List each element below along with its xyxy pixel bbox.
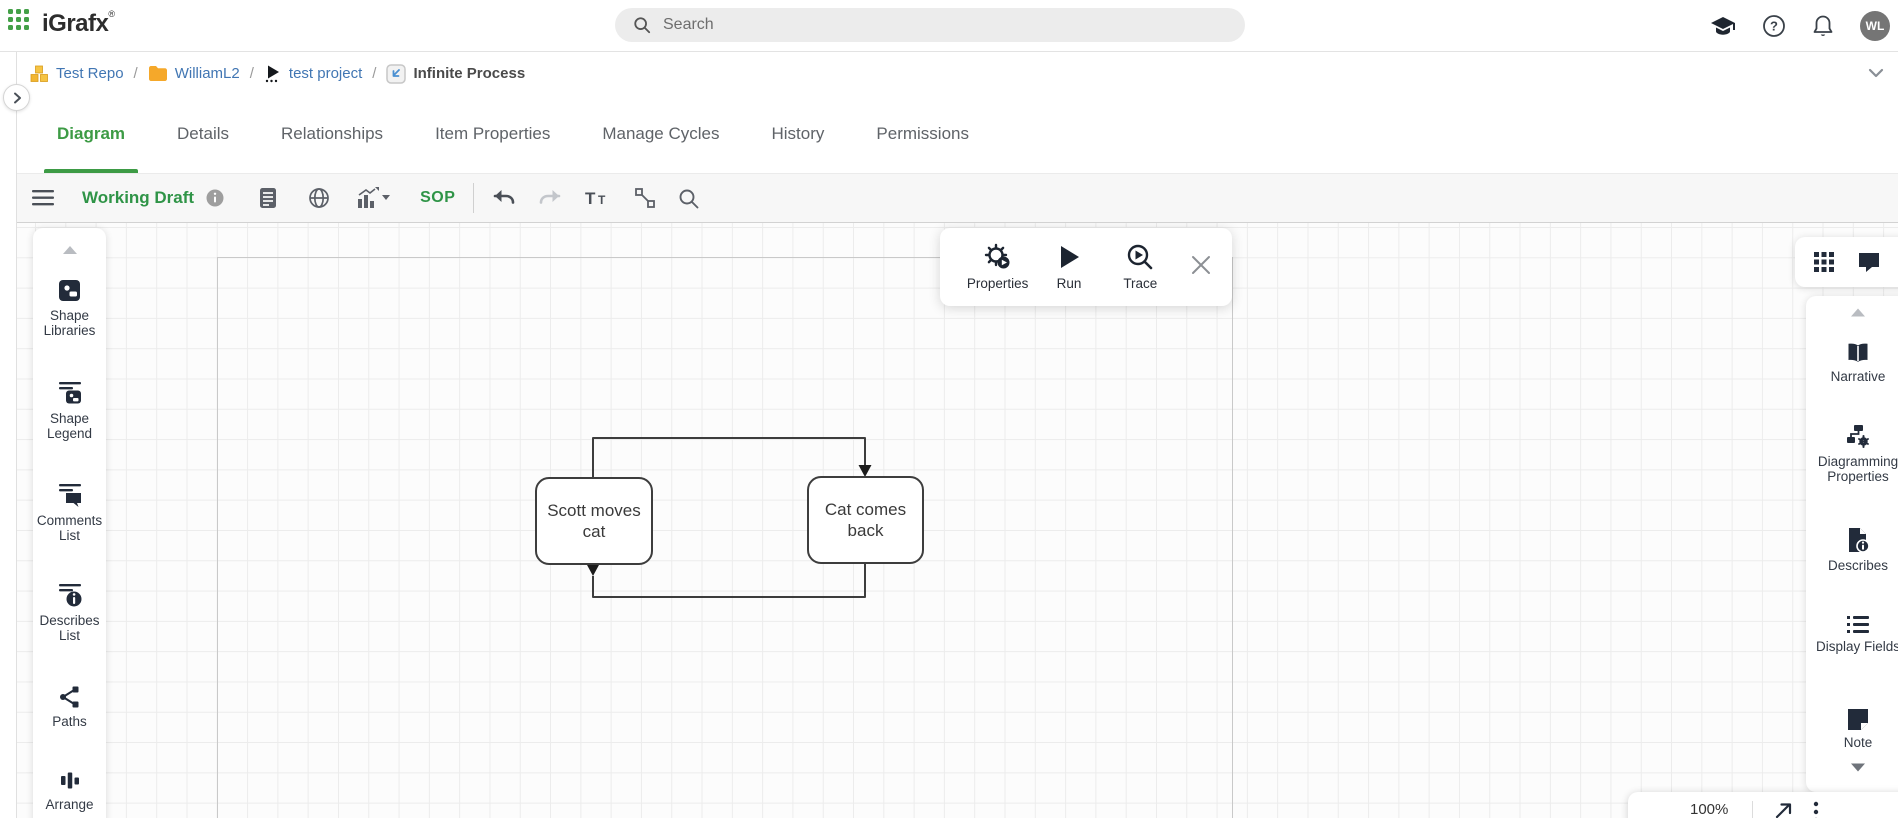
display-fields-button[interactable]: Display Fields [1806,615,1898,655]
performance-chart-icon[interactable] [352,183,394,213]
breadcrumb-separator: / [134,65,138,82]
text-style-icon[interactable]: TT [580,184,616,212]
narrative-icon [1845,342,1871,364]
left-tool-panel: Shape Libraries Shape Legend Comments Li… [33,228,106,818]
tab-relationships[interactable]: Relationships [268,95,396,173]
expand-panel-button[interactable] [3,84,30,111]
narrative-button[interactable]: Narrative [1806,342,1898,385]
search-input[interactable] [663,16,1183,34]
process-play-icon [264,64,282,83]
close-icon[interactable] [1184,248,1218,287]
academy-icon[interactable] [1710,15,1736,37]
arrange-button[interactable]: Arrange [33,770,106,813]
describes-icon [1846,527,1870,553]
collapsed-left-rail [0,52,17,818]
comments-list-button[interactable]: Comments List [33,482,106,543]
shape-libraries-icon [57,278,82,303]
connector-tool-icon[interactable] [630,183,660,213]
breadcrumb-current-item: Infinite Process [386,64,525,84]
diagram-toolbar: Working Draft SOP TT [17,173,1898,223]
folder-icon [148,65,168,82]
sop-button[interactable]: SOP [420,189,455,207]
user-avatar[interactable]: WL [1860,11,1890,41]
search-bar[interactable] [615,8,1245,42]
repository-icon [30,65,49,83]
display-fields-icon [1846,615,1870,634]
diagramming-properties-button[interactable]: Diagramming Properties [1806,423,1898,484]
diagram-canvas[interactable]: Scott moves cat Cat comes back Pro [17,223,1898,818]
tab-details[interactable]: Details [164,95,242,173]
zoom-bar-divider [1752,801,1753,818]
menu-hamburger-icon[interactable] [28,186,58,210]
notifications-bell-icon[interactable] [1812,14,1834,38]
arrange-icon [59,770,81,792]
shape-legend-button[interactable]: Shape Legend [33,380,106,441]
scroll-down-icon[interactable] [1806,759,1898,777]
paths-icon [58,685,82,709]
scroll-up-icon[interactable] [33,242,106,260]
igrafx-logo: iGrafx® [42,9,115,38]
describes-list-button[interactable]: Describes List [33,582,106,643]
shape-legend-icon [57,380,83,406]
svg-text:T: T [585,189,596,208]
diagramming-properties-icon [1845,423,1871,449]
comments-list-icon [57,482,83,508]
tab-permissions[interactable]: Permissions [863,95,982,173]
zoom-level-value[interactable]: 100% [1690,801,1728,818]
connector-lines [17,223,1898,818]
svg-text:?: ? [1770,19,1778,34]
breadcrumb-separator: / [250,65,254,82]
grid-view-icon[interactable] [1813,251,1835,273]
scroll-up-icon[interactable] [1806,304,1898,322]
tab-manage-cycles[interactable]: Manage Cycles [589,95,732,173]
describes-list-icon [57,582,83,608]
toolbar-divider [473,183,474,213]
undo-icon[interactable] [488,184,520,212]
note-button[interactable]: Note [1806,708,1898,751]
svg-text:T: T [598,193,606,207]
search-icon [633,16,651,34]
shape-libraries-button[interactable]: Shape Libraries [33,278,106,338]
app-launcher-icon[interactable] [8,9,29,30]
fit-to-screen-icon[interactable] [1773,801,1793,818]
breadcrumb-folder[interactable]: WilliamL2 [148,65,240,82]
version-info-icon[interactable] [202,185,228,211]
right-tool-panel: Narrative Diagramming Properties Describ… [1806,296,1898,792]
more-options-kebab-icon[interactable] [1813,801,1819,818]
tab-diagram[interactable]: Diagram [44,95,138,173]
redo-icon [534,184,566,212]
tab-bar: Diagram Details Relationships Item Prope… [17,95,1898,173]
breadcrumb-project[interactable]: test project [264,64,362,83]
shape-context-toolbar: Properties Run Trace [940,228,1232,306]
note-icon [1846,708,1870,730]
describes-button[interactable]: Describes [1806,527,1898,574]
process-shape[interactable]: Cat comes back [807,476,924,564]
run-button[interactable]: Run [1033,243,1104,291]
comment-bubble-icon[interactable] [1857,251,1881,273]
document-view-icon[interactable] [254,183,282,213]
web-publish-globe-icon[interactable] [304,183,334,213]
breadcrumb-repository[interactable]: Test Repo [30,65,124,83]
properties-button[interactable]: Properties [962,243,1033,291]
trace-button[interactable]: Trace [1105,243,1176,291]
canvas-zoom-bar: 100% [1628,792,1898,818]
version-label[interactable]: Working Draft [82,188,194,208]
model-icon [386,64,406,84]
help-icon[interactable]: ? [1762,14,1786,38]
zoom-search-icon[interactable] [674,184,703,213]
process-shape[interactable]: Scott moves cat [535,477,653,565]
top-bar: iGrafx® ? WL [0,0,1898,52]
breadcrumb: Test Repo / WilliamL2 / test project / I… [17,52,1898,95]
tab-item-properties[interactable]: Item Properties [422,95,563,173]
breadcrumb-separator: / [372,65,376,82]
right-view-switcher [1795,237,1898,287]
tab-history[interactable]: History [759,95,838,173]
paths-button[interactable]: Paths [33,685,106,730]
collapse-header-chevron-icon[interactable] [1866,63,1886,87]
